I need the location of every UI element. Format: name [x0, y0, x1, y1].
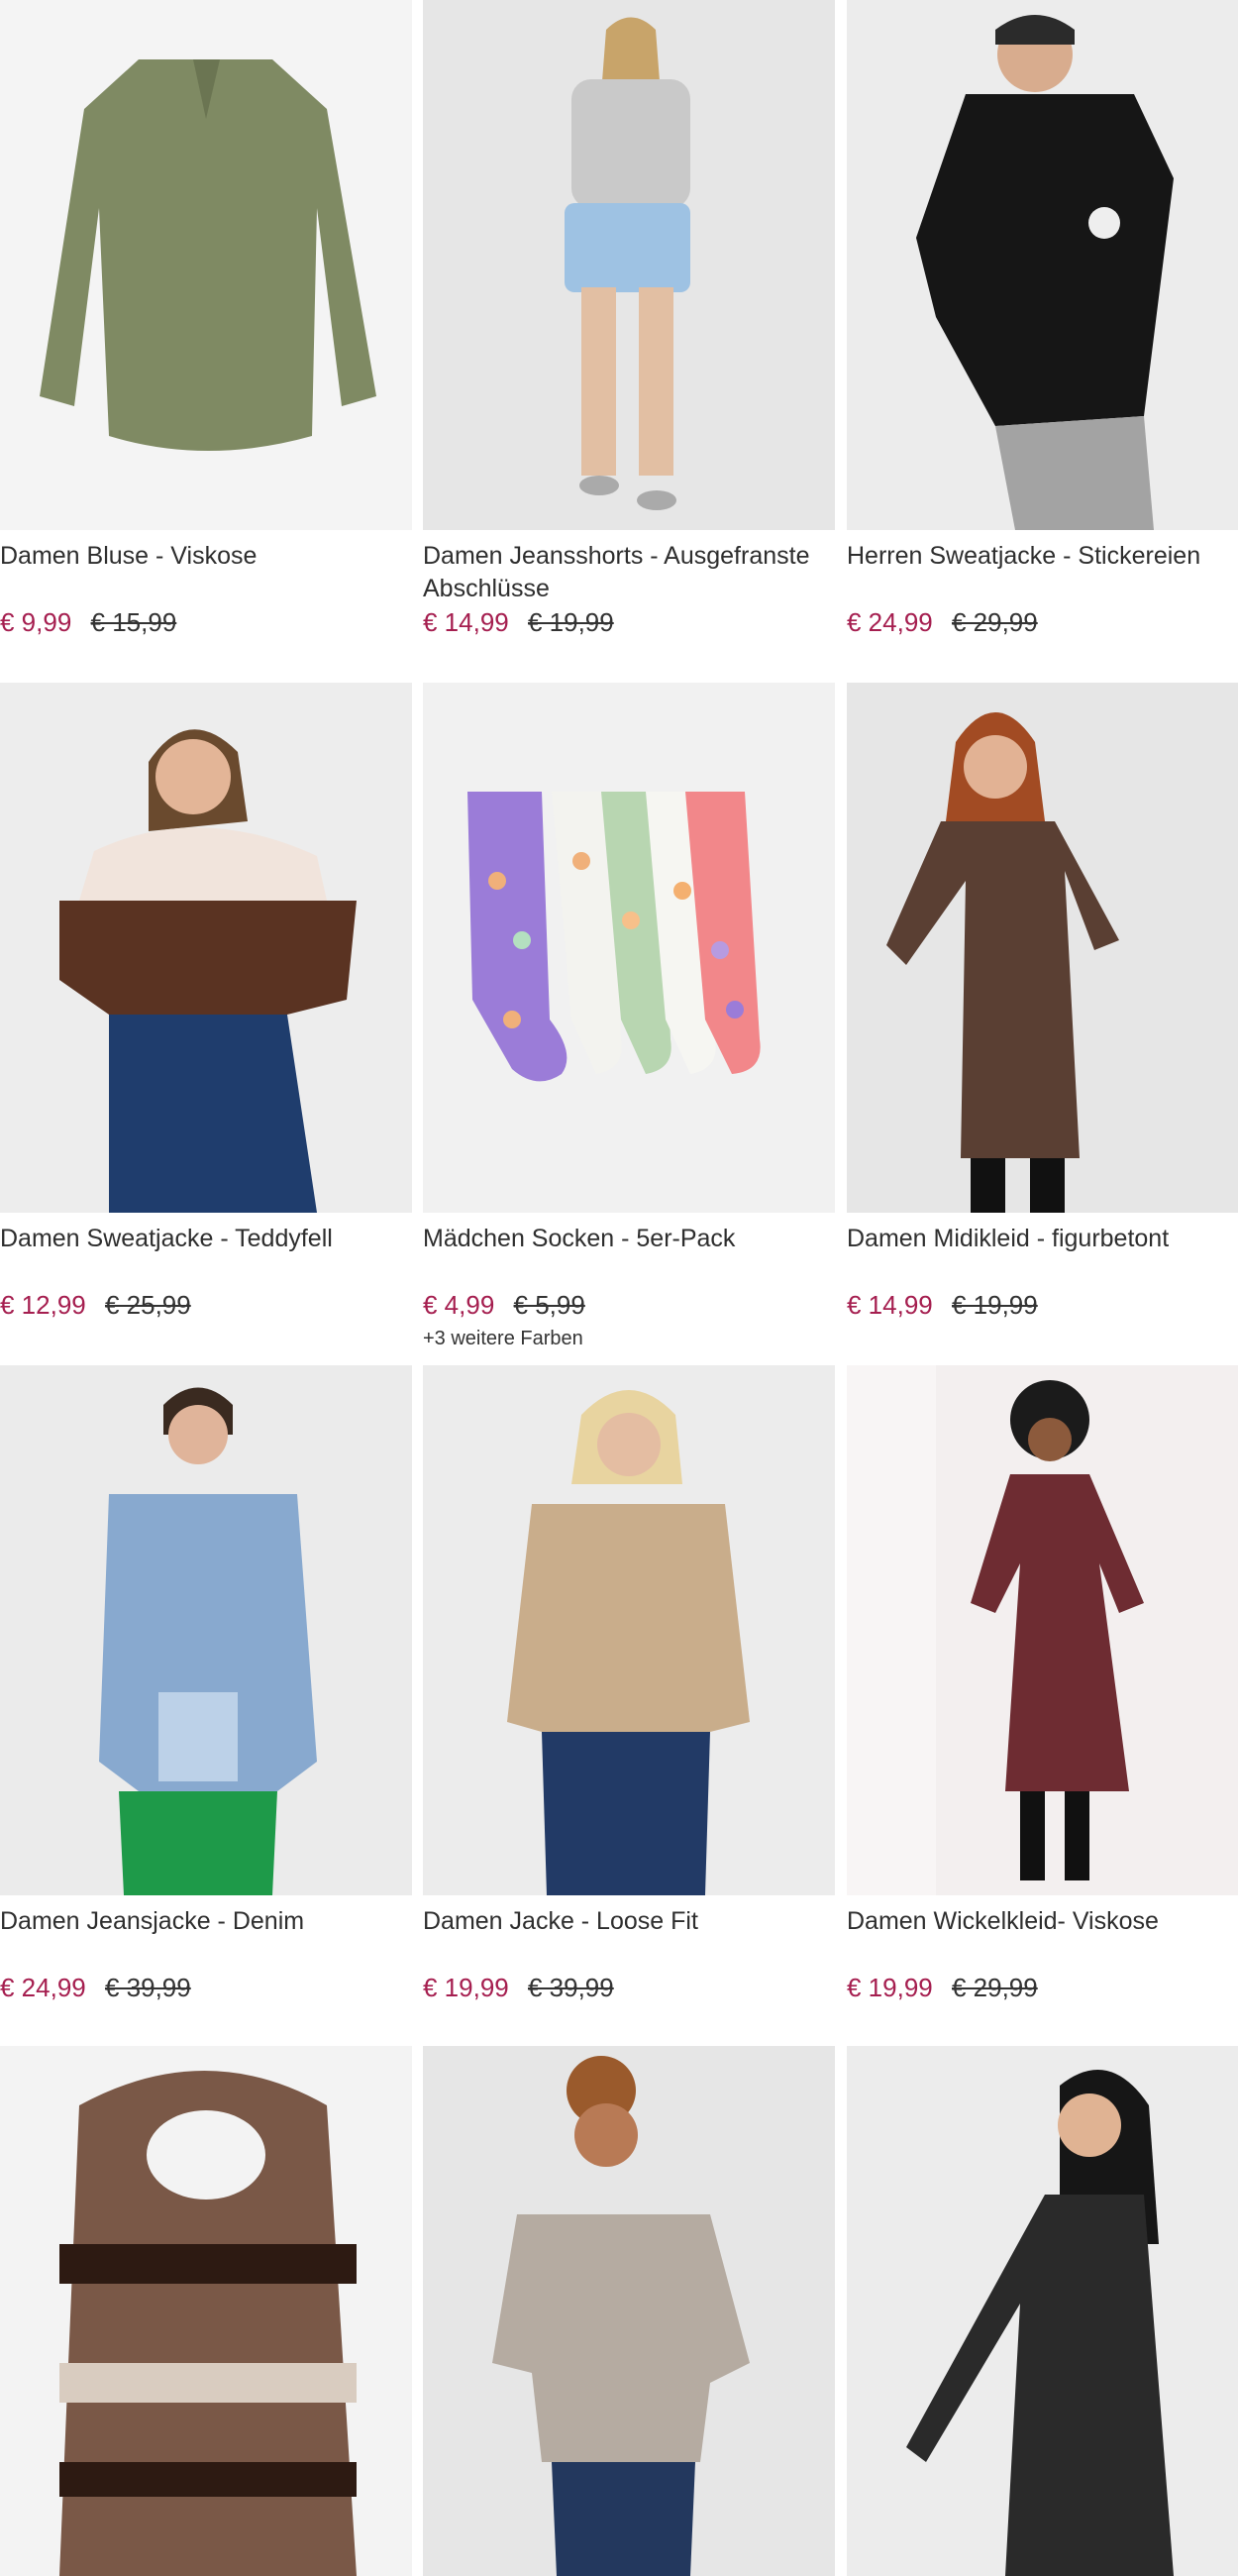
price-row: € 14,99 € 19,99 [847, 1288, 1238, 1322]
product-card[interactable]: Damen Bluse - Viskose € 9,99 € 15,99 [0, 0, 412, 639]
product-card[interactable]: Damen Jeansjacke - Denim € 24,99 € 39,99 [0, 1365, 412, 2004]
wrap-dress-image [847, 1365, 1238, 1895]
scarf-image [0, 2046, 412, 2576]
product-title[interactable]: Mädchen Socken - 5er-Pack [423, 1223, 835, 1288]
blouse-beige-image [423, 2046, 835, 2576]
product-grid: Damen Bluse - Viskose € 9,99 € 15,99 Dam… [0, 0, 1238, 2576]
product-title[interactable]: Damen Bluse - Viskose [0, 540, 412, 605]
blouse-image [0, 0, 412, 530]
product-title[interactable]: Damen Jeansshorts - Ausgefranste Abschlü… [423, 540, 835, 605]
product-image[interactable] [423, 0, 835, 530]
sale-price: € 24,99 [847, 607, 933, 637]
product-title[interactable]: Damen Wickelkleid- Viskose [847, 1905, 1238, 1971]
product-card[interactable]: Herren Sweatjacke - Stickereien € 24,99 … [847, 0, 1238, 639]
product-card[interactable] [847, 2046, 1238, 2576]
product-card[interactable]: Damen Jeansshorts - Ausgefranste Abschlü… [423, 0, 835, 639]
product-image[interactable] [0, 1365, 412, 1895]
original-price: € 19,99 [951, 1290, 1038, 1320]
product-card[interactable] [0, 2046, 412, 2576]
sale-price: € 24,99 [0, 1973, 86, 2002]
sale-price: € 12,99 [0, 1290, 86, 1320]
product-title[interactable]: Damen Jeansjacke - Denim [0, 1905, 412, 1971]
product-card[interactable]: Damen Wickelkleid- Viskose € 19,99 € 29,… [847, 1365, 1238, 2004]
product-title[interactable]: Damen Sweatjacke - Teddyfell [0, 1223, 412, 1288]
product-image[interactable] [0, 2046, 412, 2576]
product-image[interactable] [0, 0, 412, 530]
price-row: € 12,99 € 25,99 [0, 1288, 412, 1322]
product-title[interactable]: Damen Jacke - Loose Fit [423, 1905, 835, 1971]
original-price: € 39,99 [527, 1973, 614, 2002]
product-card[interactable] [423, 2046, 835, 2576]
product-image[interactable] [423, 2046, 835, 2576]
product-title[interactable]: Herren Sweatjacke - Stickereien [847, 540, 1238, 605]
sale-price: € 4,99 [423, 1290, 495, 1320]
product-image[interactable] [847, 1365, 1238, 1895]
product-card[interactable]: Mädchen Socken - 5er-Pack € 4,99 € 5,99 … [423, 683, 835, 1350]
original-price: € 39,99 [104, 1973, 191, 2002]
product-image[interactable] [847, 683, 1238, 1213]
sale-price: € 14,99 [423, 607, 509, 637]
midi-dress-image [847, 683, 1238, 1213]
original-price: € 25,99 [104, 1290, 191, 1320]
denim-jacket-image [0, 1365, 412, 1895]
product-title[interactable]: Damen Midikleid - figurbetont [847, 1223, 1238, 1288]
teddy-jacket-image [0, 683, 412, 1213]
black-dress-image [847, 2046, 1238, 2576]
product-image[interactable] [423, 1365, 835, 1895]
sale-price: € 9,99 [0, 607, 72, 637]
product-image[interactable] [423, 683, 835, 1213]
original-price: € 29,99 [951, 607, 1038, 637]
product-image[interactable] [847, 2046, 1238, 2576]
hoodie-image [847, 0, 1238, 530]
price-row: € 24,99 € 29,99 [847, 605, 1238, 639]
price-row: € 24,99 € 39,99 [0, 1971, 412, 2004]
sale-price: € 19,99 [847, 1973, 933, 2002]
price-row: € 14,99 € 19,99 [423, 605, 835, 639]
loose-fit-jacket-image [423, 1365, 835, 1895]
price-row: € 4,99 € 5,99 [423, 1288, 835, 1322]
product-image[interactable] [0, 683, 412, 1213]
product-card[interactable]: Damen Sweatjacke - Teddyfell € 12,99 € 2… [0, 683, 412, 1322]
original-price: € 15,99 [90, 607, 177, 637]
sale-price: € 19,99 [423, 1973, 509, 2002]
product-card[interactable]: Damen Midikleid - figurbetont € 14,99 € … [847, 683, 1238, 1322]
product-image[interactable] [847, 0, 1238, 530]
original-price: € 5,99 [513, 1290, 585, 1320]
price-row: € 19,99 € 29,99 [847, 1971, 1238, 2004]
jeans-shorts-image [423, 0, 835, 530]
sale-price: € 14,99 [847, 1290, 933, 1320]
price-row: € 19,99 € 39,99 [423, 1971, 835, 2004]
socks-image [423, 683, 835, 1213]
original-price: € 19,99 [527, 607, 614, 637]
original-price: € 29,99 [951, 1973, 1038, 2002]
price-row: € 9,99 € 15,99 [0, 605, 412, 639]
product-card[interactable]: Damen Jacke - Loose Fit € 19,99 € 39,99 [423, 1365, 835, 2004]
more-colors-link[interactable]: +3 weitere Farben [423, 1328, 835, 1350]
